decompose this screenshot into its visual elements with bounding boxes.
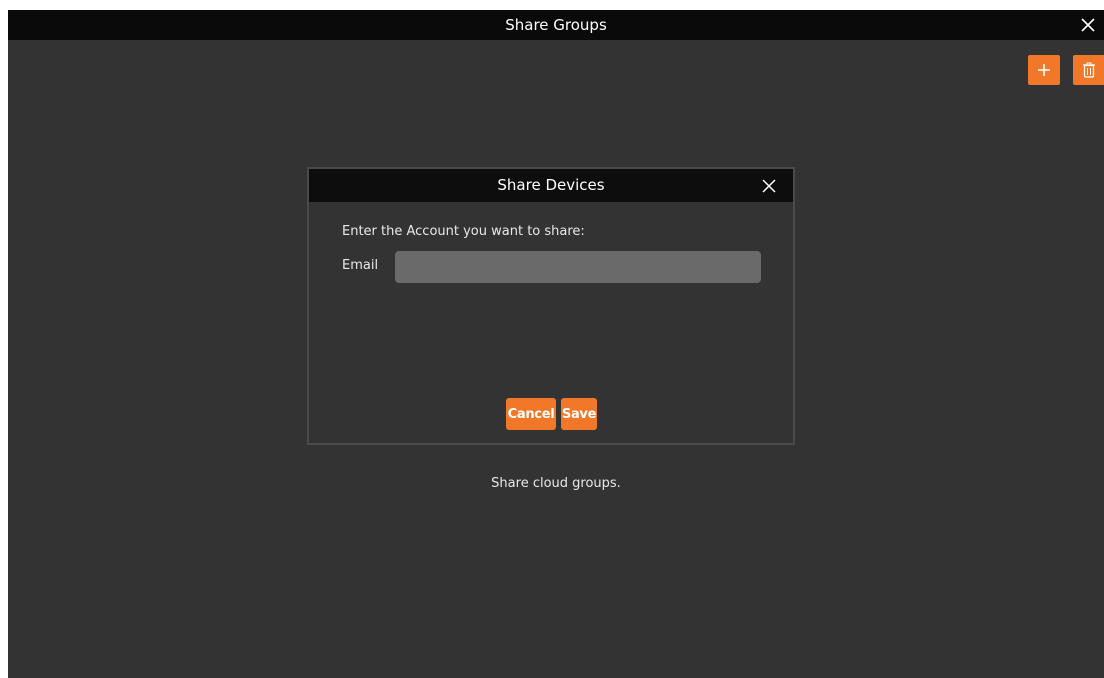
- email-field[interactable]: [395, 251, 761, 283]
- share-devices-dialog: Share Devices Enter the Account you want…: [307, 167, 795, 445]
- dialog-close-icon[interactable]: [761, 178, 777, 194]
- dialog-title: Share Devices: [497, 176, 605, 194]
- email-label: Email: [342, 258, 379, 273]
- cancel-button[interactable]: Cancel: [506, 398, 556, 430]
- share-prompt-text: Enter the Account you want to share:: [342, 224, 585, 239]
- trash-icon: [1083, 62, 1095, 78]
- share-groups-window: Share Groups Share Devices Enter the Acc…: [8, 10, 1104, 678]
- save-button[interactable]: Save: [561, 398, 597, 430]
- window-title: Share Groups: [505, 16, 607, 34]
- window-titlebar: Share Groups: [8, 10, 1104, 40]
- delete-group-button[interactable]: [1073, 55, 1104, 85]
- window-close-icon[interactable]: [1078, 15, 1098, 35]
- share-cloud-groups-text: Share cloud groups.: [491, 476, 621, 491]
- add-group-button[interactable]: [1028, 55, 1060, 85]
- dialog-header: Share Devices: [309, 169, 793, 202]
- plus-icon: [1038, 64, 1050, 76]
